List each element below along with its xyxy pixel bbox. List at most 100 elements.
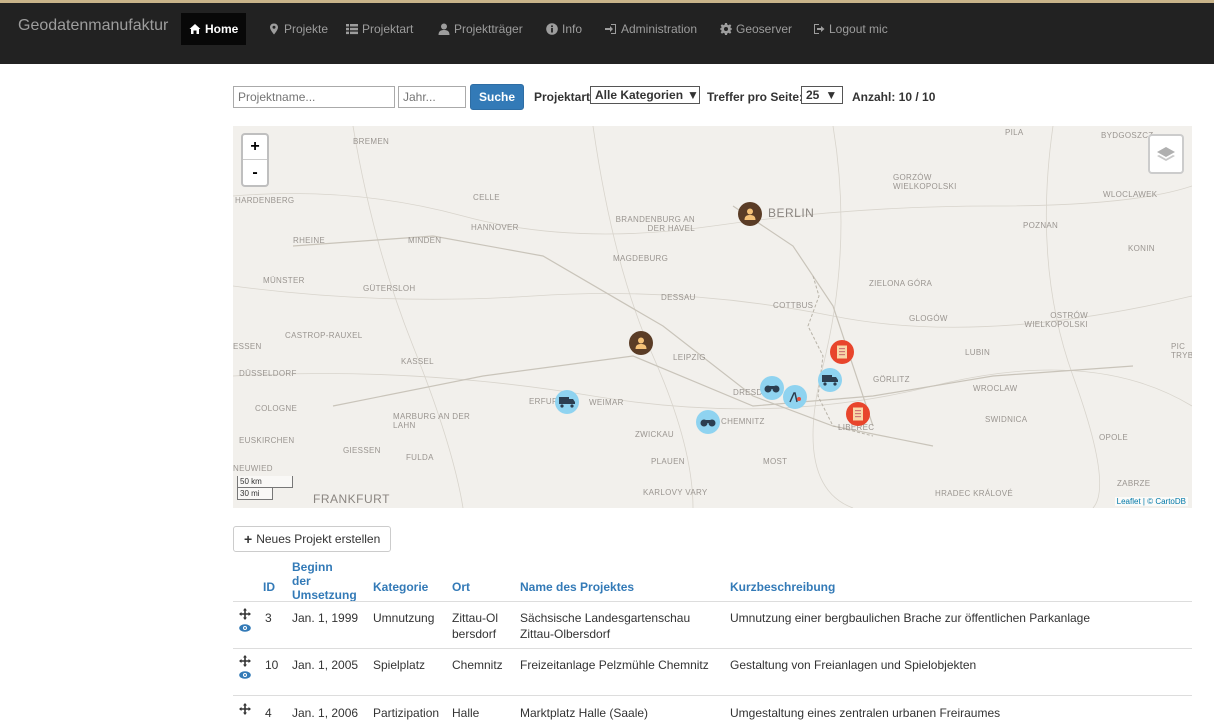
- city-label: EUSKIRCHEN: [239, 436, 295, 445]
- nav-geoserver-label: Geoserver: [736, 22, 793, 36]
- city-label: BERLIN: [768, 206, 815, 220]
- city-label: MARBURG AN DER LAHN: [393, 412, 471, 430]
- header-description[interactable]: Kurzbeschreibung: [730, 580, 835, 594]
- playground-icon: [789, 392, 801, 403]
- city-label: CASTROP-RAUXEL: [285, 331, 363, 340]
- layers-button[interactable]: [1148, 134, 1184, 174]
- nav-projekte-label: Projekte: [284, 22, 329, 36]
- cell-name: Sächsische Landesgartenschau Zittau-Olbe…: [520, 611, 691, 641]
- cell-description: Umgestaltung eines zentralen urbanen Fre…: [730, 706, 1001, 720]
- map-attribution[interactable]: Leaflet | © CartoDB: [1114, 497, 1188, 506]
- chevron-down-icon: ▼: [687, 88, 699, 102]
- nav-projektart-label: Projektart: [362, 22, 414, 36]
- info-icon: [546, 23, 558, 35]
- layers-icon: [1157, 147, 1175, 161]
- city-label: ZABRZE: [1117, 479, 1151, 488]
- nav-projekte[interactable]: Projekte: [268, 18, 328, 40]
- nav-administration-label: Administration: [621, 22, 698, 36]
- map[interactable]: BREMEN HARDENBERG CELLE HANNOVER RHEINE …: [233, 126, 1192, 508]
- logout-icon: [814, 24, 825, 34]
- nav-projektart[interactable]: Projektart: [346, 18, 413, 40]
- cell-category: Umnutzung: [373, 611, 435, 625]
- move-icon[interactable]: [239, 608, 251, 620]
- header-id[interactable]: ID: [263, 580, 275, 594]
- new-project-button[interactable]: + Neues Projekt erstellen: [233, 526, 391, 552]
- project-marker[interactable]: [818, 368, 842, 392]
- cell-id: 4: [265, 706, 272, 720]
- project-marker[interactable]: [555, 390, 579, 414]
- header-name[interactable]: Name des Projektes: [520, 580, 634, 594]
- new-project-label: Neues Projekt erstellen: [256, 532, 381, 546]
- city-label: WLOCLAWEK: [1103, 190, 1158, 199]
- result-count: Anzahl: 10 / 10: [852, 90, 936, 104]
- project-marker[interactable]: [760, 376, 784, 400]
- gear-icon: [720, 23, 732, 35]
- move-icon[interactable]: [239, 655, 251, 667]
- city-label: KONIN: [1128, 244, 1155, 253]
- cell-category: Partizipation: [373, 706, 440, 720]
- project-marker[interactable]: [846, 402, 870, 426]
- city-label: GORZÓW WIELKOPOLSKI: [893, 173, 957, 191]
- eye-icon[interactable]: [239, 670, 251, 680]
- project-marker[interactable]: [830, 340, 854, 364]
- category-select[interactable]: Alle Kategorien ▼: [590, 86, 700, 104]
- cell-date: Jan. 1, 1999: [292, 611, 359, 625]
- document-icon: [853, 407, 863, 421]
- cell-name: Freizeitanlage Pelzmühle Chemnitz: [520, 658, 709, 672]
- city-label: MAGDEBURG: [613, 254, 669, 263]
- city-label: MOST: [763, 457, 788, 466]
- cell-place: Halle: [452, 706, 480, 720]
- project-marker[interactable]: [783, 385, 807, 409]
- brand[interactable]: Geodatenmanufaktur: [18, 17, 168, 35]
- project-marker[interactable]: [696, 410, 720, 434]
- plus-icon: +: [244, 531, 253, 547]
- nav-administration[interactable]: Administration: [605, 18, 697, 40]
- nav-info-label: Info: [562, 22, 583, 36]
- header-place[interactable]: Ort: [452, 580, 470, 594]
- project-marker[interactable]: [629, 331, 653, 355]
- nav-info[interactable]: Info: [546, 18, 582, 40]
- search-button[interactable]: Suche: [470, 84, 524, 110]
- city-label: BRANDENBURG AN DER HAVEL: [615, 215, 695, 233]
- zoom-in-button[interactable]: +: [243, 135, 267, 160]
- scale-km: 50 km: [237, 476, 293, 488]
- per-page-select[interactable]: 25 ▼: [801, 86, 843, 104]
- city-label: HARDENBERG: [235, 196, 295, 205]
- city-label: BREMEN: [353, 137, 390, 146]
- zoom-out-button[interactable]: -: [243, 160, 267, 185]
- cell-description: Umnutzung einer bergbaulichen Brache zur…: [730, 611, 1091, 625]
- city-label: BYDGOSZCZ: [1101, 131, 1154, 140]
- project-marker[interactable]: [738, 202, 762, 226]
- table-divider: [233, 695, 1192, 696]
- nav-logout[interactable]: Logout mic: [813, 18, 888, 40]
- project-name-input[interactable]: [233, 86, 395, 108]
- city-label: KASSEL: [401, 357, 434, 366]
- home-icon: [189, 24, 201, 34]
- per-page-select-value: 25: [806, 88, 820, 102]
- binoculars-icon: [700, 419, 716, 427]
- nav-projekttraeger[interactable]: Projektträger: [438, 18, 523, 40]
- header-category[interactable]: Kategorie: [373, 580, 428, 594]
- user-icon: [438, 23, 450, 35]
- header-date[interactable]: Beginn der Umsetzung: [292, 560, 357, 602]
- nav-geoserver[interactable]: Geoserver: [720, 18, 792, 40]
- city-label: KARLOVY VARY: [643, 488, 708, 497]
- city-label: FULDA: [406, 453, 434, 462]
- nav-home[interactable]: Home: [181, 13, 247, 45]
- cell-place: Chemnitz: [452, 658, 503, 672]
- category-select-value: Alle Kategorien: [595, 88, 684, 102]
- cell-place: Zittau-Olbersdorf: [452, 611, 499, 641]
- nav-logout-label: Logout mic: [829, 22, 888, 36]
- zoom-control: + -: [241, 133, 269, 187]
- city-label: ESSEN: [233, 342, 262, 351]
- map-marker-icon: [270, 23, 278, 35]
- city-label: HRADEC KRÁLOVÉ: [935, 489, 1013, 498]
- year-input[interactable]: [398, 86, 466, 108]
- document-icon: [837, 345, 847, 359]
- row-actions: [239, 655, 253, 680]
- navbar: Geodatenmanufaktur Home Projekte Projekt…: [0, 0, 1214, 64]
- move-icon[interactable]: [239, 703, 251, 715]
- table-divider: [233, 648, 1192, 649]
- eye-icon[interactable]: [239, 623, 251, 633]
- cell-name: Marktplatz Halle (Saale): [520, 706, 649, 720]
